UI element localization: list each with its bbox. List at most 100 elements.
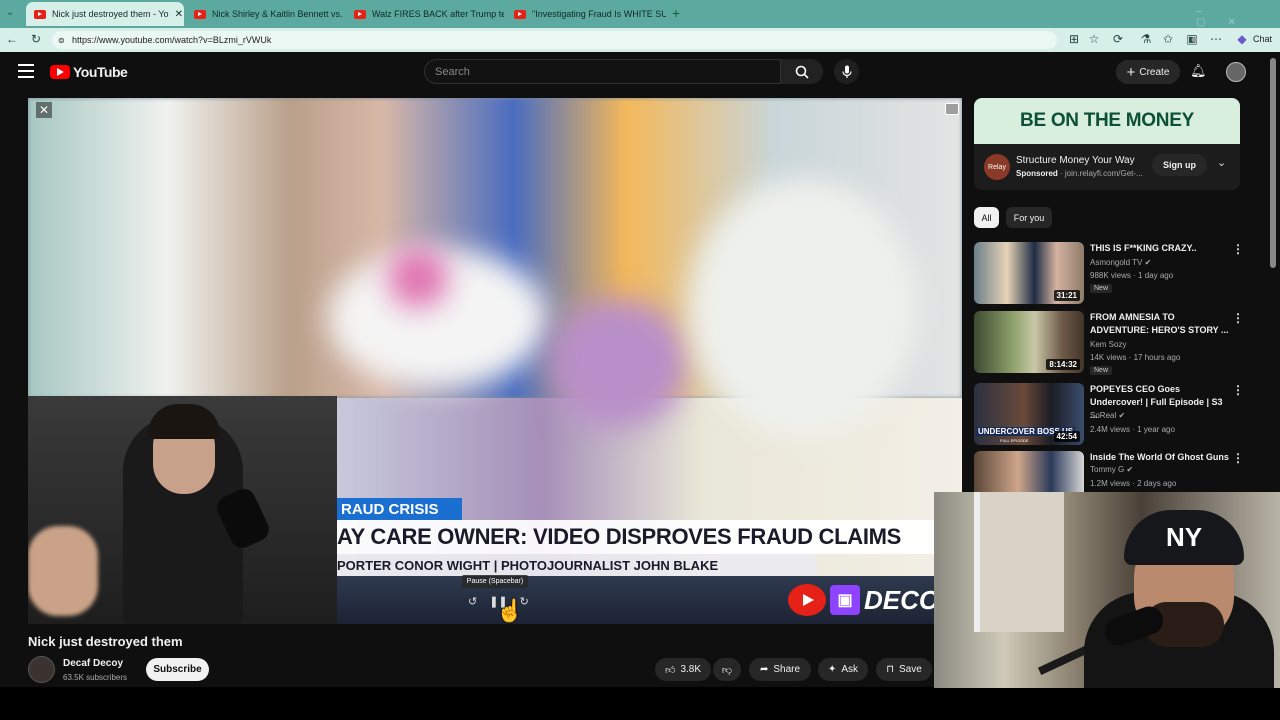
extensions-icon[interactable]: ⊞: [1066, 32, 1082, 46]
ad-title[interactable]: Structure Money Your Way: [1016, 155, 1135, 166]
microphone-icon: [841, 65, 852, 78]
video-thumbnail[interactable]: 31:21: [974, 242, 1084, 304]
url-field[interactable]: ⊜ https://www.youtube.com/watch?v=BLzmi_…: [52, 31, 1057, 49]
recommendation-item[interactable]: 31:21 THIS IS F**KING CRAZY.. Asmongold …: [974, 242, 1274, 306]
ad-banner[interactable]: BE ON THE MONEY: [974, 98, 1240, 144]
duration-badge: 42:54: [1053, 431, 1080, 442]
copilot-icon[interactable]: ◆: [1234, 32, 1250, 46]
refresh-extension-icon[interactable]: ⟳: [1110, 32, 1126, 46]
tab-list-chevron-icon[interactable]: ⌄: [6, 7, 14, 18]
favorite-star-icon[interactable]: ☆: [1086, 32, 1102, 46]
profile-icon[interactable]: ●: [1186, 32, 1202, 46]
pause-tooltip: Pause (Spacebar): [462, 575, 528, 588]
video-title: Nick just destroyed them: [28, 634, 183, 649]
chevron-down-icon[interactable]: ⌄: [1217, 156, 1226, 169]
youtube-play-icon: [50, 65, 70, 79]
share-icon: ➦: [759, 664, 769, 675]
menu-icon[interactable]: [18, 64, 34, 78]
dislike-button[interactable]: 👎︎: [713, 658, 741, 681]
channel-avatar[interactable]: [28, 656, 55, 683]
recommendation-title[interactable]: FROM AMNESIA TO ADVENTURE: HERO'S STORY …: [1090, 311, 1230, 337]
browser-tab-bar: ⌄ Nick just destroyed them - Yo ✕ Nick S…: [0, 0, 1280, 28]
youtube-favicon-icon: [194, 9, 206, 19]
ad-signup-button[interactable]: Sign up: [1152, 154, 1207, 176]
channel-name[interactable]: Decaf Decoy: [63, 658, 123, 669]
recommendation-title[interactable]: THIS IS F**KING CRAZY..: [1090, 242, 1230, 255]
video-thumbnail[interactable]: 8:14:32: [974, 311, 1084, 373]
yankees-cap: NY: [1124, 510, 1244, 565]
browser-tab-active[interactable]: Nick just destroyed them - Yo ✕: [26, 2, 184, 26]
search-input[interactable]: Search: [424, 59, 781, 84]
video-thumbnail[interactable]: UNDERCOVER BOSS US FULL EPISODE 42:54: [974, 383, 1084, 445]
thumbs-up-icon: 👍︎: [664, 664, 676, 676]
browser-tab[interactable]: Walz FIRES BACK after Trump tear ✕: [346, 2, 504, 26]
sponsored-ad[interactable]: BE ON THE MONEY Relay Structure Money Yo…: [974, 98, 1240, 190]
new-tab-button[interactable]: +: [672, 5, 680, 21]
bookmark-icon: ⊓: [886, 664, 894, 675]
chat-label[interactable]: Chat: [1253, 34, 1272, 44]
back-icon[interactable]: ←: [4, 32, 20, 46]
favorites-icon[interactable]: ✩: [1160, 32, 1176, 46]
search-placeholder: Search: [435, 65, 470, 78]
save-label: Save: [899, 664, 922, 675]
youtube-logo[interactable]: YouTube: [50, 64, 128, 80]
extension-icon[interactable]: ⚗: [1138, 32, 1154, 46]
recommendation-item[interactable]: UNDERCOVER BOSS US FULL EPISODE 42:54 PO…: [974, 383, 1274, 447]
video-player[interactable]: RAUD CRISIS AY CARE OWNER: VIDEO DISPROV…: [28, 98, 962, 624]
chip-for-you[interactable]: For you: [1006, 207, 1052, 228]
logo-text: YouTube: [73, 64, 128, 80]
cap-logo: NY: [1165, 522, 1203, 552]
new-badge: New: [1090, 284, 1113, 293]
more-icon[interactable]: ⋯: [1208, 32, 1224, 46]
voice-search-button[interactable]: [834, 59, 859, 84]
ask-label: Ask: [841, 664, 859, 675]
recommendation-title[interactable]: Inside The World Of Ghost Guns: [1090, 451, 1230, 464]
create-label: Create: [1139, 66, 1170, 78]
streamer-hand: [28, 526, 98, 616]
ask-button[interactable]: ✦ Ask: [818, 658, 868, 681]
more-actions-icon[interactable]: ⋮: [1232, 311, 1244, 325]
rewind-icon[interactable]: ↺: [468, 595, 477, 608]
youtube-favicon-icon: [34, 9, 46, 19]
window-controls[interactable]: –▢✕: [1196, 6, 1280, 28]
search-button[interactable]: [781, 59, 823, 84]
search-icon: [795, 65, 809, 79]
site-info-icon[interactable]: ⊜: [58, 36, 65, 45]
verified-icon: ✔: [1118, 411, 1126, 420]
twitch-logo-icon: ▣: [830, 585, 860, 615]
like-count: 3.8K: [680, 664, 702, 675]
verified-icon: ✔: [1126, 465, 1134, 474]
browser-tab[interactable]: Nick Shirley & Kaitlin Bennett vs. F ✕: [186, 2, 344, 26]
video-blur-shape: [388, 248, 448, 308]
recommendation-meta: 1.2M views · 2 days ago: [1090, 479, 1177, 488]
share-button[interactable]: ➦ Share: [749, 658, 811, 681]
reload-icon[interactable]: ↻: [28, 32, 44, 46]
more-actions-icon[interactable]: ⋮: [1232, 451, 1244, 465]
close-miniplayer-icon[interactable]: ✕: [36, 102, 52, 118]
recommendation-channel[interactable]: Tommy G ✔: [1090, 465, 1133, 474]
tab-label: "Investigating Fraud Is WHITE SUF: [532, 9, 666, 19]
browser-tab[interactable]: "Investigating Fraud Is WHITE SUF ✕: [506, 2, 666, 26]
recommendation-meta: 988K views · 1 day ago: [1090, 271, 1174, 280]
page-scrollbar[interactable]: [1270, 58, 1276, 268]
watermark-text: DECO: [864, 584, 940, 615]
plus-icon: +: [1126, 63, 1136, 81]
recommendation-channel[interactable]: Kem Sozy: [1090, 340, 1126, 349]
close-tab-icon[interactable]: ✕: [169, 9, 183, 20]
more-actions-icon[interactable]: ⋮: [1232, 383, 1244, 397]
streamer-webcam: [28, 396, 337, 624]
like-button[interactable]: 👍︎ 3.8K: [655, 658, 711, 681]
save-button[interactable]: ⊓ Save: [876, 658, 932, 681]
chip-all[interactable]: All: [974, 207, 999, 228]
duration-badge: 8:14:32: [1046, 359, 1080, 370]
create-button[interactable]: + Create: [1116, 60, 1180, 84]
recommendation-item[interactable]: 8:14:32 FROM AMNESIA TO ADVENTURE: HERO'…: [974, 311, 1274, 375]
youtube-favicon-icon: [514, 9, 526, 19]
notifications-bell-icon[interactable]: 🔔︎: [1190, 63, 1207, 79]
recommendation-channel[interactable]: SoReal ✔: [1090, 411, 1125, 420]
subscribe-button[interactable]: Subscribe: [146, 658, 209, 681]
recommendation-channel[interactable]: Asmongold TV ✔: [1090, 258, 1151, 267]
more-actions-icon[interactable]: ⋮: [1232, 242, 1244, 256]
miniplayer-icon[interactable]: [945, 103, 959, 115]
account-avatar[interactable]: [1226, 62, 1246, 82]
